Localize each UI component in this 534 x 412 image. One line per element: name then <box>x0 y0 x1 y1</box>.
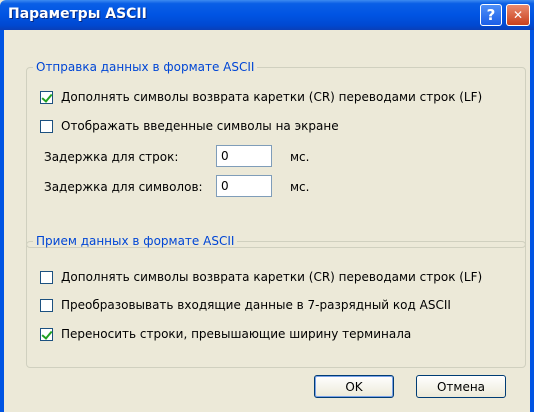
send-append-lf-checkbox[interactable]: Дополнять символы возврата каретки (CR) … <box>40 90 482 104</box>
send-group-legend: Отправка данных в формате ASCII <box>36 60 255 74</box>
checkbox-unchecked-icon[interactable] <box>40 298 53 312</box>
receive-append-lf-checkbox[interactable]: Дополнять символы возврата каретки (CR) … <box>40 270 482 284</box>
help-button[interactable]: ? <box>480 4 502 26</box>
checkbox-unchecked-icon[interactable] <box>40 119 53 133</box>
cancel-button[interactable]: Отмена <box>416 375 506 398</box>
ascii-setup-dialog: Параметры ASCII ? ✕ Отправка данных в фо… <box>0 0 534 412</box>
line-delay-input[interactable]: 0 <box>216 145 272 167</box>
receive-wrap-label: Переносить строки, превышающие ширину те… <box>61 327 412 341</box>
question-mark-icon: ? <box>486 6 496 24</box>
dialog-body: Отправка данных в формате ASCII Дополнят… <box>4 30 530 412</box>
send-echo-checkbox[interactable]: Отображать введенные символы на экране <box>40 119 339 133</box>
char-delay-input[interactable]: 0 <box>216 175 272 197</box>
close-icon: ✕ <box>512 8 524 22</box>
receive-group-legend: Прием данных в формате ASCII <box>36 234 235 248</box>
ok-button[interactable]: OK <box>314 375 394 398</box>
window-title: Параметры ASCII <box>8 6 147 22</box>
window-border-right <box>530 30 534 412</box>
checkbox-checked-icon[interactable] <box>40 327 53 341</box>
char-delay-label: Задержка для символов: <box>44 180 203 194</box>
checkbox-unchecked-icon[interactable] <box>40 270 53 284</box>
line-delay-unit: мс. <box>290 150 310 164</box>
line-delay-label: Задержка для строк: <box>44 150 179 164</box>
receive-wrap-checkbox[interactable]: Переносить строки, превышающие ширину те… <box>40 327 411 341</box>
title-bar[interactable]: Параметры ASCII ? ✕ <box>0 0 534 30</box>
char-delay-unit: мс. <box>290 180 310 194</box>
close-button[interactable]: ✕ <box>506 4 530 26</box>
checkbox-checked-icon[interactable] <box>40 90 53 104</box>
send-echo-label: Отображать введенные символы на экране <box>61 119 339 133</box>
receive-append-lf-label: Дополнять символы возврата каретки (CR) … <box>61 270 483 284</box>
receive-7bit-label: Преобразовывать входящие данные в 7-разр… <box>61 298 451 312</box>
send-append-lf-label: Дополнять символы возврата каретки (CR) … <box>61 90 483 104</box>
receive-7bit-checkbox[interactable]: Преобразовывать входящие данные в 7-разр… <box>40 298 451 312</box>
